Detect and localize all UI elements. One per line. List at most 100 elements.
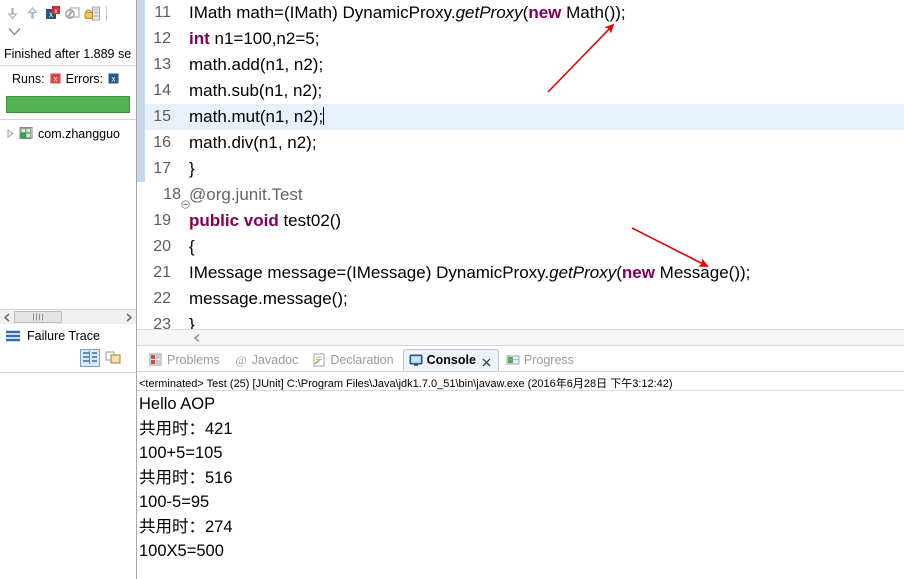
runs-label: Runs: — [12, 71, 45, 86]
code-token: message.message(); — [189, 289, 348, 308]
toolbar-separator — [106, 6, 107, 21]
junit-view-menu[interactable] — [0, 27, 136, 43]
eclipse-ide-window: x x Finished after 1.889 se Runs: x Erro… — [0, 0, 904, 579]
console-line: 共用时：274 — [139, 517, 233, 536]
tab-progress[interactable]: Progress — [501, 349, 581, 371]
junit-counters: Runs: x Errors: x — [0, 66, 136, 91]
junit-test-tree[interactable]: com.zhangguo — [0, 119, 136, 309]
code-token: @org.junit. — [189, 185, 272, 204]
code-text[interactable]: math.add(n1, n2); — [189, 52, 323, 78]
code-line[interactable]: 15 math.mut(n1, n2); — [137, 104, 904, 130]
list-item[interactable]: com.zhangguo — [0, 125, 136, 141]
expand-triangle-icon[interactable] — [6, 129, 15, 138]
tab-label: Declaration — [330, 352, 394, 367]
java-editor[interactable]: 11 IMath math=(IMath) DynamicProxy.getPr… — [137, 0, 904, 346]
close-icon[interactable] — [482, 356, 491, 366]
code-line[interactable]: 17 } — [137, 156, 904, 182]
failure-trace-toolbar — [0, 346, 136, 372]
code-text[interactable]: math.sub(n1, n2); — [189, 78, 322, 104]
code-text[interactable]: @org.junit.Test — [189, 182, 303, 208]
code-line[interactable]: 16 math.div(n1, n2); — [137, 130, 904, 156]
grip-icon — [33, 313, 43, 321]
console-line: 100-5=95 — [139, 493, 210, 511]
junit-view: x x Finished after 1.889 se Runs: x Erro… — [0, 0, 137, 579]
tab-javadoc[interactable]: @ Javadoc — [229, 349, 306, 371]
scrollbar-track[interactable] — [205, 330, 904, 345]
svg-text:x: x — [53, 75, 57, 84]
junit-toolbar: x x — [0, 0, 136, 27]
code-line[interactable]: 18 @org.junit.Test — [137, 182, 904, 209]
declaration-icon — [312, 353, 326, 367]
code-area[interactable]: 11 IMath math=(IMath) DynamicProxy.getPr… — [137, 0, 904, 329]
failure-marker-icon: x — [108, 73, 119, 84]
code-text[interactable]: IMath math=(IMath) DynamicProxy.getProxy… — [189, 0, 626, 26]
test-suite-icon — [19, 126, 34, 141]
line-number: 20 — [153, 238, 171, 255]
chevron-down-icon[interactable] — [8, 27, 21, 36]
code-text[interactable]: } — [189, 312, 195, 329]
code-token: math.div(n1, n2); — [189, 133, 317, 152]
line-number: 13 — [153, 56, 171, 73]
line-number: 16 — [153, 134, 171, 151]
copy-trace-button[interactable] — [104, 349, 124, 367]
scrollbar-thumb[interactable] — [14, 311, 62, 323]
code-token: Test — [271, 185, 303, 204]
code-text[interactable]: message.message(); — [189, 286, 348, 312]
code-token: getProxy — [455, 3, 523, 22]
problems-icon — [149, 353, 163, 367]
junit-progress-wrap — [0, 91, 136, 119]
junit-progress-bar — [6, 96, 130, 113]
tab-label: Problems — [167, 352, 220, 367]
tab-problems[interactable]: Problems — [144, 349, 227, 371]
tab-console[interactable]: Console — [402, 349, 499, 371]
code-token: math.sub(n1, n2); — [189, 81, 323, 100]
code-token: Message()); — [654, 263, 751, 282]
javadoc-icon: @ — [234, 353, 248, 367]
tree-item-label: com.zhangguo — [38, 126, 121, 141]
code-line[interactable]: 21 IMessage message=(IMessage) DynamicPr… — [137, 260, 904, 286]
show-failures-only-icon[interactable]: x x — [44, 5, 61, 22]
code-line[interactable]: 23 } — [137, 312, 904, 329]
console-line: Hello AOP — [139, 395, 216, 413]
code-text[interactable]: IMessage message=(IMessage) DynamicProxy… — [189, 260, 750, 286]
scrollbar-track[interactable] — [62, 310, 122, 324]
tab-label: Console — [426, 353, 476, 367]
next-failure-icon[interactable] — [4, 5, 21, 22]
tab-label: Javadoc — [251, 352, 299, 367]
code-text[interactable]: math.mut(n1, n2); — [189, 104, 325, 130]
scroll-left-icon[interactable] — [189, 331, 205, 345]
svg-text:x: x — [54, 8, 58, 15]
scroll-right-icon[interactable] — [122, 311, 136, 324]
code-line[interactable]: 14 math.sub(n1, n2); — [137, 78, 904, 104]
console-output[interactable]: Hello AOP 共用时：421 100+5=105 共用时：516 100-5=95… — [137, 391, 904, 579]
code-token: } — [189, 315, 195, 329]
line-number: 23 — [153, 316, 171, 329]
disable-filter-icon[interactable] — [64, 5, 81, 22]
code-text[interactable]: { — [189, 234, 195, 260]
code-line[interactable]: 22 message.message(); — [137, 286, 904, 312]
code-token: { — [189, 237, 195, 256]
console-view: Problems @ Javadoc Declaration Console Progre… — [137, 346, 904, 579]
code-token: IMessage message=(IMessage) DynamicProxy… — [189, 263, 550, 282]
code-text[interactable]: } — [189, 156, 195, 182]
code-text[interactable]: math.div(n1, n2); — [189, 130, 317, 156]
previous-failure-icon[interactable] — [24, 5, 41, 22]
code-line[interactable]: 12 int n1=100,n2=5; — [137, 26, 904, 52]
console-line: 100+5=105 — [139, 444, 223, 462]
junit-horizontal-scrollbar[interactable] — [0, 309, 136, 324]
scroll-lock-icon[interactable] — [84, 5, 101, 22]
code-text[interactable]: public void test02() — [189, 208, 341, 234]
failure-trace-divider — [0, 372, 136, 373]
code-line[interactable]: 20 { — [137, 234, 904, 260]
svg-text:x: x — [112, 75, 116, 84]
code-line[interactable]: 13 math.add(n1, n2); — [137, 52, 904, 78]
compare-result-button[interactable] — [80, 349, 100, 367]
code-line[interactable]: 11 IMath math=(IMath) DynamicProxy.getPr… — [137, 0, 904, 26]
code-line[interactable]: 19 public void test02() — [137, 208, 904, 234]
code-text[interactable]: int n1=100,n2=5; — [189, 26, 319, 52]
code-token: public void — [189, 211, 279, 230]
scroll-left-icon[interactable] — [0, 311, 14, 324]
stack-lines-icon — [5, 330, 21, 343]
editor-horizontal-scrollbar[interactable] — [137, 329, 904, 345]
tab-declaration[interactable]: Declaration — [307, 349, 400, 371]
